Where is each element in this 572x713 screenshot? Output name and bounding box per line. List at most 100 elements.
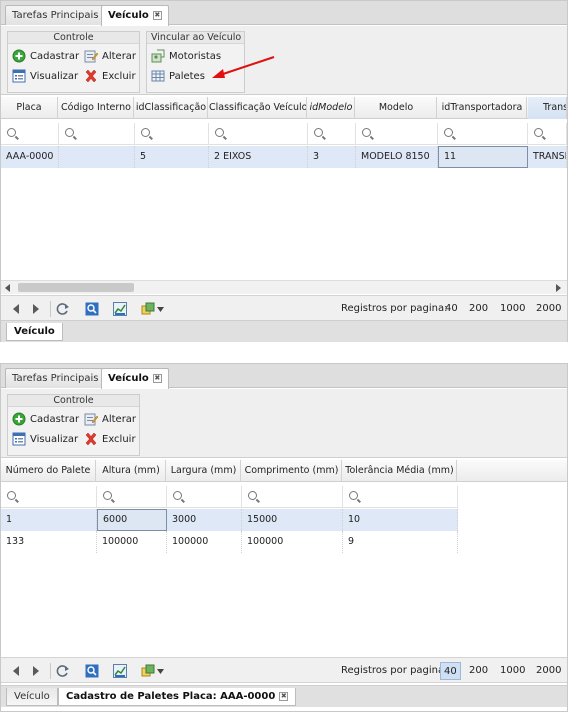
alterar-button[interactable]: Alterar [84,410,136,428]
cadastrar-button[interactable]: Cadastrar [12,410,79,428]
page-size-40[interactable]: 40 [442,300,461,318]
cell-id-modelo[interactable]: 3 [308,146,356,168]
col-id-transportadora[interactable]: idTransportadora [438,97,527,119]
cell-comprimento[interactable]: 15000 [242,509,343,531]
filter-transportadora[interactable] [528,123,567,145]
scroll-thumb[interactable] [18,283,134,292]
col-tolerancia-media[interactable]: Tolerância Média (mm) [343,460,457,482]
chevron-down-icon[interactable] [157,307,164,312]
delete-x-icon [85,432,97,446]
scroll-right-icon[interactable] [556,284,561,292]
cell-codigo-interno[interactable] [59,146,135,168]
tab-tarefas-principais-2[interactable]: Tarefas Principais [5,368,106,388]
col-codigo-interno[interactable]: Código Interno [59,97,134,119]
refresh-icon[interactable] [56,664,70,678]
visualizar-button[interactable]: Visualizar [12,430,78,448]
filter-id-transportadora[interactable] [438,123,528,145]
cell-comprimento[interactable]: 100000 [242,531,343,553]
page-size-40[interactable]: 40 [440,662,461,680]
bottom-tab-veiculo-2[interactable]: Veículo [6,688,58,706]
horizontal-scrollbar[interactable] [1,280,567,294]
page-size-1000[interactable]: 1000 [497,662,528,680]
filter-numero-palete[interactable] [1,486,97,508]
chart-icon[interactable] [113,664,127,678]
search-icon [534,128,543,137]
cell-tolerancia-media[interactable]: 9 [343,531,458,553]
col-altura[interactable]: Altura (mm) [97,460,166,482]
close-tab-icon[interactable]: ✖ [152,374,162,383]
filter-id-modelo[interactable] [308,123,356,145]
excluir-button[interactable]: Excluir [84,67,136,85]
export-icon[interactable] [141,664,155,678]
bottom-tab-veiculo[interactable]: Veículo [6,323,63,341]
cell-modelo[interactable]: MODELO 8150 [356,146,438,168]
search-icon [349,491,358,500]
cadastrar-button[interactable]: Cadastrar [12,47,79,65]
controle-group: Controle Cadastrar Alterar Visualizar Ex… [7,31,140,93]
search-icon[interactable] [85,664,99,678]
page-size-200[interactable]: 200 [466,662,491,680]
table-row[interactable]: 133 100000 100000 100000 9 [1,531,458,553]
cell-numero-palete[interactable]: 1 [1,509,97,531]
next-page-icon[interactable] [29,302,43,316]
col-comprimento[interactable]: Comprimento (mm) [242,460,342,482]
chevron-down-icon[interactable] [157,669,164,674]
alterar-button[interactable]: Alterar [84,47,136,65]
col-id-classificacao[interactable]: idClassificação [135,97,208,119]
filter-placa[interactable] [1,123,59,145]
col-id-modelo[interactable]: idModelo [308,97,355,119]
filter-largura[interactable] [167,486,242,508]
cell-placa[interactable]: AAA-0000 [1,146,59,168]
cell-id-classificacao[interactable]: 5 [135,146,209,168]
prev-page-icon[interactable] [9,302,23,316]
page-size-1000[interactable]: 1000 [497,300,528,318]
cell-largura[interactable]: 100000 [167,531,242,553]
col-modelo[interactable]: Modelo [356,97,437,119]
visualizar-button[interactable]: Visualizar [12,67,78,85]
prev-page-icon[interactable] [9,664,23,678]
page-size-2000[interactable]: 2000 [533,662,564,680]
pager-separator [50,301,51,317]
filter-tolerancia-media[interactable] [343,486,458,508]
col-largura[interactable]: Largura (mm) [167,460,241,482]
bottom-tab-cadastro-paletes[interactable]: Cadastro de Paletes Placa: AAA-0000 ✖ [58,688,297,706]
cell-altura[interactable]: 100000 [97,531,167,553]
page-size-2000[interactable]: 2000 [533,300,564,318]
vehicle-grid-header: Placa Código Interno idClassificação Cla… [1,97,567,119]
filter-classificacao-veiculo[interactable] [209,123,308,145]
cell-id-transportadora[interactable]: 11 [438,146,528,168]
table-row[interactable]: 1 6000 3000 15000 10 [1,509,458,531]
cell-numero-palete[interactable]: 133 [1,531,97,553]
filter-codigo-interno[interactable] [59,123,135,145]
filter-comprimento[interactable] [242,486,343,508]
pager-label: Registros por pagina: [341,303,448,314]
cell-altura[interactable]: 6000 [97,509,167,531]
export-icon[interactable] [141,302,155,316]
col-classificacao-veiculo[interactable]: Classificação Veículo [209,97,307,119]
excluir-button[interactable]: Excluir [84,430,136,448]
tab-tarefas-principais[interactable]: Tarefas Principais [5,5,106,25]
scroll-left-icon[interactable] [5,284,10,292]
edit-icon [84,50,98,63]
cell-transportadora[interactable]: TRANSP [528,146,567,168]
close-tab-icon[interactable]: ✖ [279,692,289,701]
filter-altura[interactable] [97,486,167,508]
table-row[interactable]: AAA-0000 5 2 EIXOS 3 MODELO 8150 11 TRAN… [1,146,567,168]
col-transportadora[interactable]: Trans [528,97,567,119]
col-placa[interactable]: Placa [1,97,58,119]
cell-classificacao-veiculo[interactable]: 2 EIXOS [209,146,308,168]
filter-id-classificacao[interactable] [135,123,209,145]
chart-icon[interactable] [113,302,127,316]
paletes-button[interactable]: Paletes [151,67,205,85]
cell-largura[interactable]: 3000 [167,509,242,531]
filter-modelo[interactable] [356,123,438,145]
tab-veiculo[interactable]: Veículo ✖ [101,5,169,26]
page-size-200[interactable]: 200 [466,300,491,318]
cell-tolerancia-media[interactable]: 10 [343,509,458,531]
next-page-icon[interactable] [29,664,43,678]
search-icon[interactable] [85,302,99,316]
col-numero-palete[interactable]: Número do Palete [1,460,96,482]
tab-veiculo-2[interactable]: Veículo ✖ [101,368,169,389]
close-tab-icon[interactable]: ✖ [152,11,162,20]
refresh-icon[interactable] [56,302,70,316]
